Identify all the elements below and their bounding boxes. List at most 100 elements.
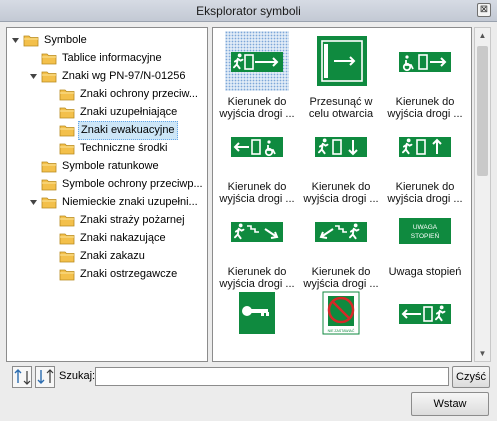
tree-item-label: Znaki ostrzegawcze — [80, 268, 178, 280]
arrow-left-wheelchair-icon — [225, 116, 289, 176]
tree-item[interactable]: Znaki nakazujące — [47, 230, 168, 247]
running-man-stairs-down-right-icon — [225, 201, 289, 261]
tree-item[interactable]: Znaki wg PN-97/N-01256 — [29, 68, 188, 85]
tree-item-label: Znaki wg PN-97/N-01256 — [62, 70, 186, 82]
sort-descending-icon — [37, 369, 54, 384]
tree-item-label: Tablice informacyjne — [62, 52, 162, 64]
folder-icon — [59, 232, 75, 245]
do-not-block-door-icon: NIE ZASTAWIAĆ — [309, 286, 373, 346]
symbol-grid[interactable]: Kierunek do wyjścia drogi ... Przesunąć w… — [212, 27, 472, 362]
tree-item-label: Niemieckie znaki uzupełni... — [62, 196, 198, 208]
folder-icon — [59, 142, 75, 155]
sign-text-uwaga: UWAGA — [413, 224, 438, 231]
tree-item-label: Znaki nakazujące — [80, 232, 166, 244]
symbol-item[interactable]: Przesunąć w celu otwarcia — [301, 31, 381, 120]
folder-icon — [59, 268, 75, 281]
symbol-item[interactable] — [385, 286, 465, 351]
uwaga-stopien-icon: UWAGA STOPIEŃ — [393, 201, 457, 261]
folder-icon — [59, 250, 75, 263]
tree-item[interactable]: Techniczne środki — [47, 140, 169, 157]
tree-item[interactable]: Symbole ochrony przeciwp... — [29, 176, 205, 193]
folder-icon — [41, 178, 57, 191]
folder-icon — [59, 214, 75, 227]
close-icon[interactable]: ⊠ — [477, 3, 491, 17]
tree-item-label: Symbole ochrony przeciwp... — [62, 178, 203, 190]
scrollbar-thumb[interactable] — [477, 46, 488, 176]
tree-item-label: Symbole — [44, 34, 87, 46]
symbol-item[interactable]: Kierunek do wyjścia drogi ... — [217, 31, 297, 120]
tree-item-label: Znaki ochrony przeciw... — [80, 88, 198, 100]
symbol-item[interactable]: Kierunek do wyjścia drogi ... — [301, 201, 381, 290]
symbol-item[interactable]: Kierunek do wyjścia drogi ... — [217, 201, 297, 290]
symbol-item[interactable]: Kierunek do wyjścia drogi ... — [385, 31, 465, 120]
scroll-up-icon[interactable]: ▲ — [478, 31, 487, 40]
tree-item[interactable]: Tablice informacyjne — [29, 50, 164, 67]
symbol-item[interactable]: Kierunek do wyjścia drogi ... — [385, 116, 465, 205]
running-man-stairs-down-left-icon — [309, 201, 373, 261]
sort-ascending-icon — [14, 369, 31, 385]
symbol-item[interactable]: UWAGA STOPIEŃ Uwaga stopień — [385, 201, 465, 278]
tree-item[interactable]: Znaki ostrzegawcze — [47, 266, 179, 283]
symbol-item[interactable] — [217, 286, 297, 351]
collapse-icon[interactable] — [29, 198, 38, 207]
tree-item[interactable]: Znaki straży pożarnej — [47, 212, 187, 229]
tree-item-label: Techniczne środki — [80, 142, 168, 154]
wheelchair-arrow-right-icon — [393, 31, 457, 91]
running-man-door-arrow-down-icon — [309, 116, 373, 176]
folder-icon — [41, 160, 57, 173]
tree-item-label: Symbole ratunkowe — [62, 160, 159, 172]
folder-icon — [41, 52, 57, 65]
slide-to-open-door-icon — [309, 31, 373, 91]
symbol-caption: Uwaga stopień — [388, 266, 462, 278]
folder-icon — [59, 106, 75, 119]
search-input[interactable] — [95, 367, 449, 386]
arrow-left-running-man-icon — [393, 286, 457, 346]
sort-ascending-button[interactable] — [12, 366, 32, 388]
tree-item[interactable]: Niemieckie znaki uzupełni... — [29, 194, 200, 211]
vertical-scrollbar[interactable]: ▲ ▼ — [474, 27, 491, 362]
insert-button[interactable]: Wstaw — [411, 392, 489, 416]
tree-root[interactable]: Symbole — [11, 32, 89, 49]
exit-running-man-arrow-right-icon — [225, 31, 289, 91]
tree-item-label: Znaki zakazu — [80, 250, 145, 262]
tree-item-label: Znaki straży pożarnej — [80, 214, 185, 226]
search-bar: Szukaj: Czyść — [0, 366, 497, 390]
folder-icon — [59, 88, 75, 101]
folder-open-icon — [41, 196, 57, 209]
tree-item[interactable]: Znaki ochrony przeciw... — [47, 86, 200, 103]
tree-item[interactable]: Znaki zakazu — [47, 248, 147, 265]
folder-icon — [59, 124, 75, 137]
category-tree[interactable]: Symbole Tablice informacyjne Znaki wg PN-9… — [6, 27, 208, 362]
symbol-item[interactable]: Kierunek do wyjścia drogi ... — [301, 116, 381, 205]
scroll-down-icon[interactable]: ▼ — [478, 349, 487, 358]
collapse-icon[interactable] — [29, 72, 38, 81]
tree-item[interactable]: Znaki ewakuacyjne — [47, 121, 178, 140]
symbol-item[interactable]: Kierunek do wyjścia drogi ... — [217, 116, 297, 205]
key-box-icon — [225, 286, 289, 346]
tree-item-label: Znaki ewakuacyjne — [78, 121, 178, 140]
sort-descending-button[interactable] — [35, 366, 55, 388]
tree-item-label: Znaki uzupełniające — [80, 106, 178, 118]
tree-item[interactable]: Znaki uzupełniające — [47, 104, 179, 121]
tree-item[interactable]: Symbole ratunkowe — [29, 158, 161, 175]
collapse-icon[interactable] — [11, 36, 20, 45]
window-title: Eksplorator symboli — [196, 4, 301, 18]
folder-open-icon — [23, 34, 39, 47]
folder-open-icon — [41, 70, 57, 83]
sign-text-nie-zastawiac: NIE ZASTAWIAĆ — [328, 328, 355, 333]
running-man-door-arrow-up-icon — [393, 116, 457, 176]
clear-button[interactable]: Czyść — [452, 366, 490, 388]
title-bar[interactable]: Eksplorator symboli ⊠ — [0, 0, 497, 22]
symbol-item[interactable]: NIE ZASTAWIAĆ — [301, 286, 381, 351]
